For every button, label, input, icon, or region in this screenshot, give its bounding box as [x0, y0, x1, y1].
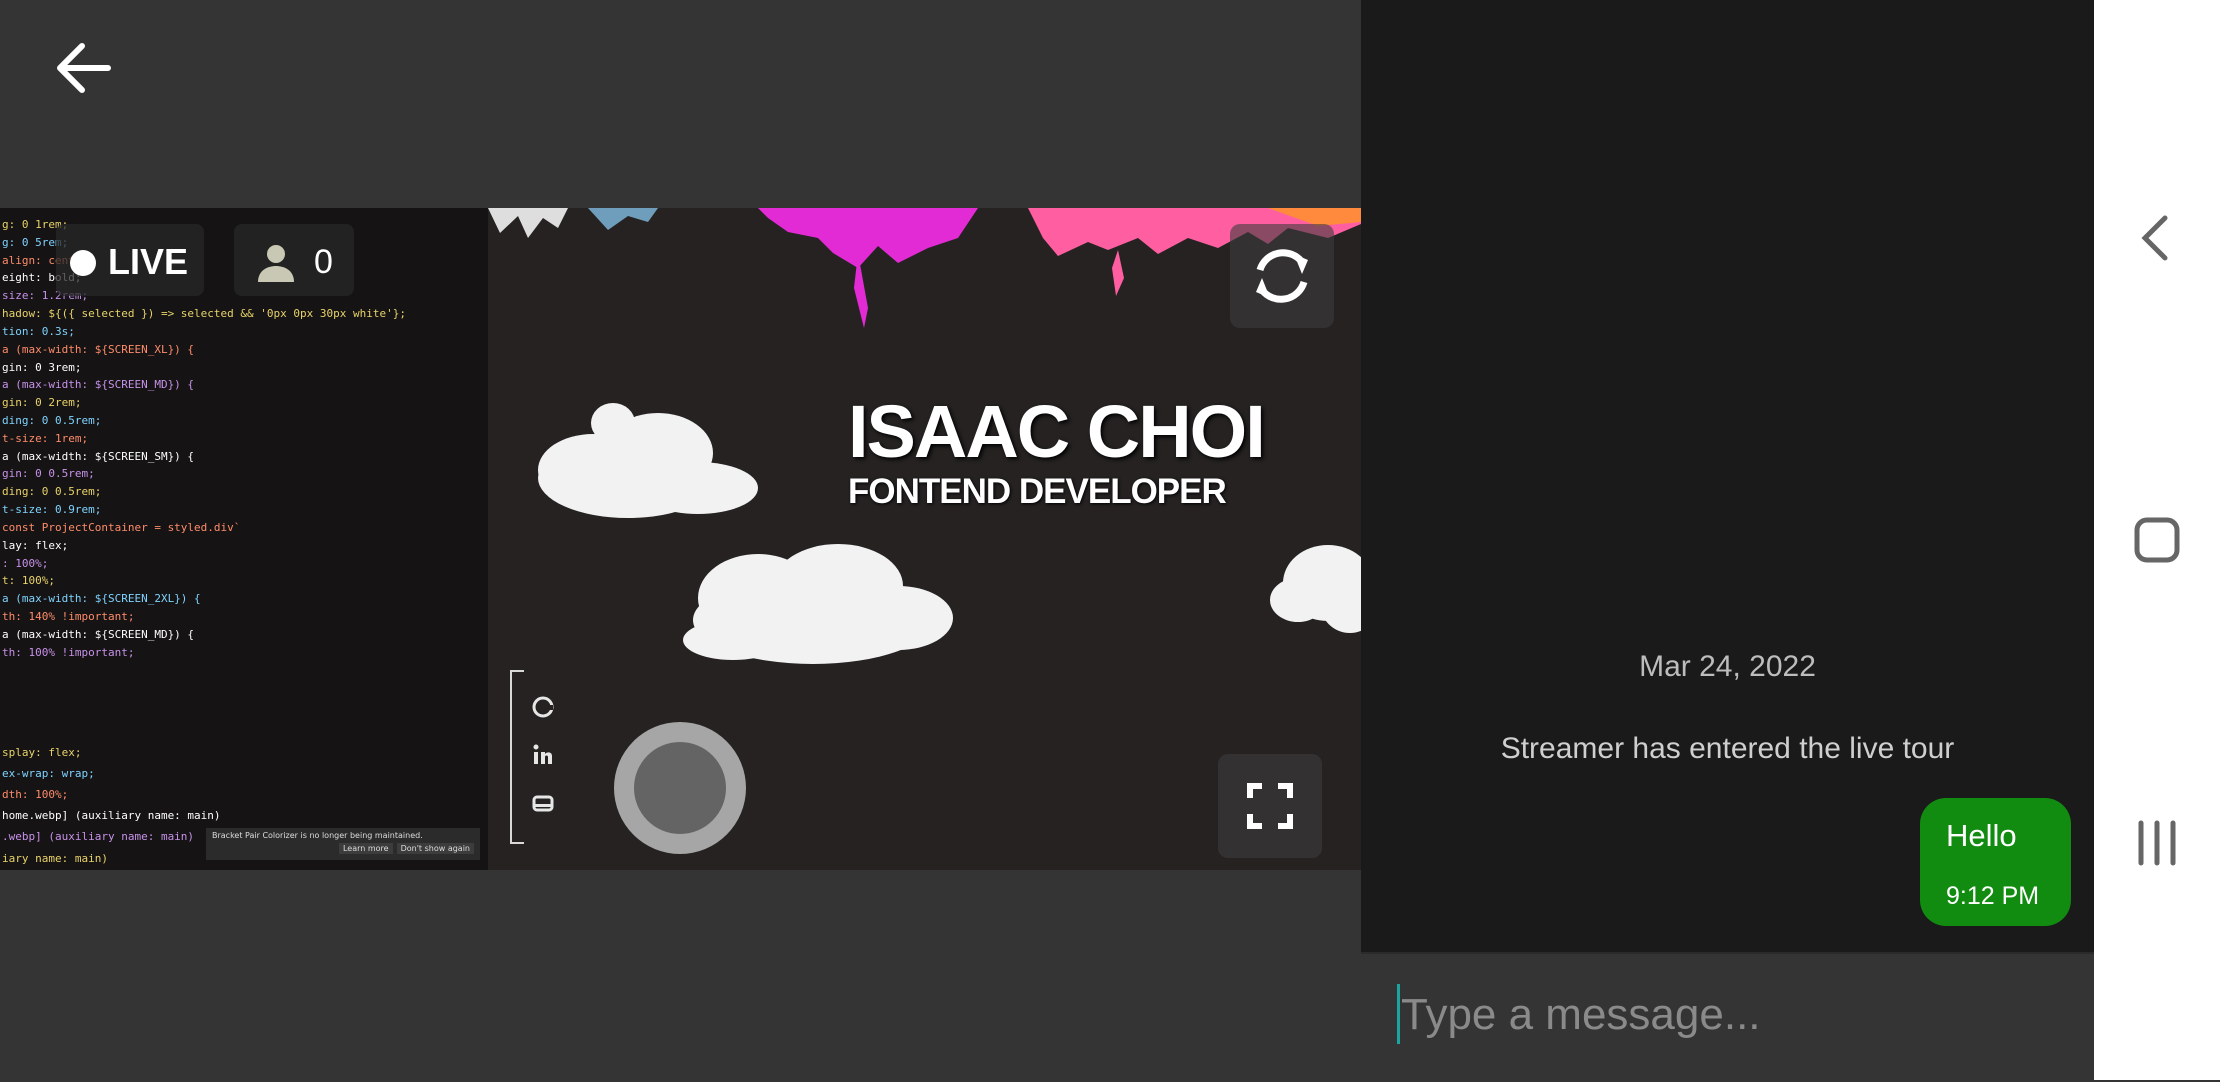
- record-button[interactable]: [614, 722, 746, 854]
- code-line: a (max-width: ${SCREEN_2XL}) {: [2, 592, 201, 606]
- linkedin-icon: [533, 744, 552, 764]
- code-line: a (max-width: ${SCREEN_SM}) {: [2, 449, 195, 463]
- system-message: Streamer has entered the live tour: [1500, 732, 1955, 765]
- code-line: home.webp] (auxiliary name: main): [2, 809, 221, 823]
- code-line: a (max-width: ${SCREEN_MD}) {: [2, 378, 195, 392]
- video-bottom-area: [0, 870, 1361, 1080]
- arrow-left-icon: [57, 43, 111, 93]
- code-line: splay: flex;: [2, 746, 82, 759]
- fullscreen-button[interactable]: [1218, 754, 1322, 858]
- record-button-inner: [634, 742, 726, 834]
- viewer-count: 0: [314, 243, 333, 281]
- back-button[interactable]: [42, 30, 122, 110]
- code-line: a (max-width: ${SCREEN_MD}) {: [2, 627, 195, 641]
- notification-learn-more: Learn more: [338, 843, 393, 854]
- code-line: th: 140% !important;: [2, 610, 135, 624]
- stream-title: ISAAC CHOI FONTEND DEVELOPER: [848, 390, 1266, 512]
- message-text: Hello: [1946, 818, 2017, 853]
- live-label: LIVE: [108, 241, 189, 282]
- code-line: t: 100%;: [2, 574, 55, 588]
- video-stream[interactable]: g: 0 1rem; g: 0 5rem; align: center; eight:…: [0, 208, 1361, 870]
- code-line: const ProjectContainer = styled.div`: [2, 520, 241, 534]
- code-line: dth: 100%;: [2, 788, 69, 802]
- fullscreen-icon: [1247, 783, 1293, 829]
- nav-back-button[interactable]: [2117, 198, 2197, 278]
- nav-back-icon: [2141, 215, 2168, 261]
- code-line: : 100%;: [2, 556, 49, 570]
- code-line: gin: 0 0.5rem;: [2, 467, 95, 481]
- code-line: a (max-width: ${SCREEN_XL}) {: [2, 342, 195, 356]
- nav-recents-icon: [2138, 820, 2176, 866]
- chat-date: Mar 24, 2022: [1639, 650, 1816, 683]
- live-badge: LIVE: [56, 224, 204, 296]
- nav-recents-button[interactable]: [2117, 803, 2197, 883]
- system-nav-bar: [2094, 0, 2220, 1080]
- code-line: hadow: ${({ selected }) => selected && '…: [2, 307, 406, 321]
- code-line: tion: 0.3s;: [2, 324, 75, 338]
- code-line: .webp] (auxiliary name: main): [2, 830, 195, 844]
- code-line: ex-wrap: wrap;: [2, 767, 95, 781]
- code-editor-backdrop: g: 0 1rem; g: 0 5rem; align: center; eight:…: [0, 208, 488, 870]
- notification-dismiss: Don't show again: [396, 843, 474, 854]
- contact-icon: [532, 795, 554, 812]
- code-line: th: 100% !important;: [2, 645, 135, 659]
- title-name: ISAAC CHOI: [848, 390, 1266, 473]
- github-icon: [532, 696, 554, 718]
- code-line: iary name: main): [2, 851, 108, 865]
- code-line: gin: 0 3rem;: [2, 360, 82, 374]
- top-bar: [0, 0, 1361, 208]
- editor-notification: Bracket Pair Colorizer is no longer bein…: [206, 828, 480, 860]
- live-dot-icon: [70, 250, 96, 276]
- code-line: gin: 0 2rem;: [2, 396, 82, 410]
- nav-home-icon: [2134, 517, 2180, 563]
- message-time: 9:12 PM: [1946, 882, 2040, 910]
- notification-text: Bracket Pair Colorizer is no longer bein…: [212, 831, 423, 840]
- social-links-bracket: [510, 670, 524, 844]
- camera-switch-icon: [1256, 249, 1308, 303]
- message-bubble[interactable]: Hello 9:12 PM: [1920, 798, 2071, 926]
- code-line: ding: 0 0.5rem;: [2, 414, 102, 428]
- title-role: FONTEND DEVELOPER: [848, 472, 1227, 511]
- code-line: t-size: 1rem;: [2, 431, 89, 445]
- message-input[interactable]: [1399, 974, 2063, 1056]
- code-line: ding: 0 0.5rem;: [2, 485, 102, 499]
- person-icon: [258, 245, 294, 282]
- nav-home-button[interactable]: [2117, 500, 2197, 580]
- camera-switch-button[interactable]: [1230, 224, 1334, 328]
- viewer-badge: 0: [234, 224, 354, 296]
- code-line: t-size: 0.9rem;: [2, 503, 102, 517]
- message-input-bar: [1361, 952, 2094, 1082]
- chat-panel: Mar 24, 2022 Streamer has entered the li…: [1361, 0, 2094, 952]
- code-line: lay: flex;: [2, 538, 69, 552]
